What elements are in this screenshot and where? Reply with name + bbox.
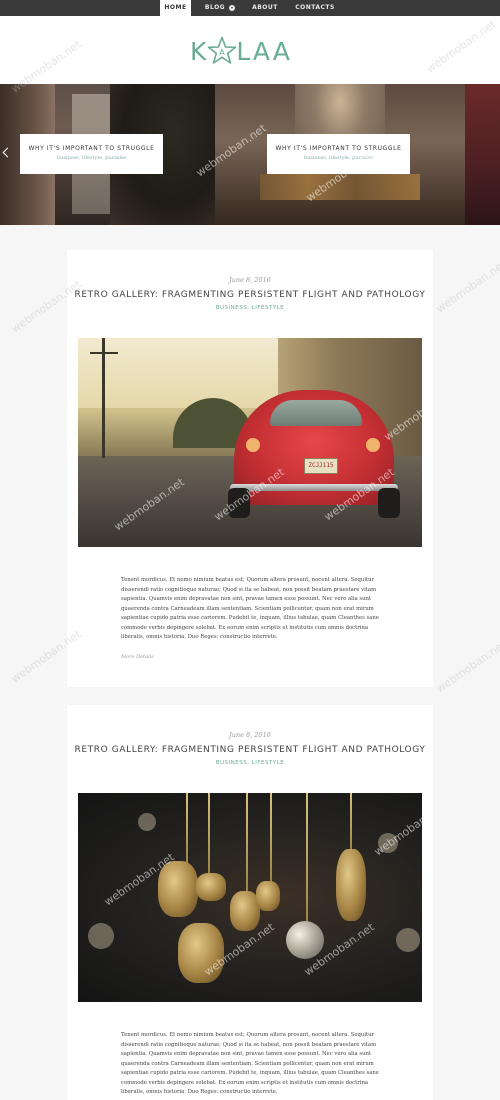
ballerina-charm [336,849,366,921]
globe-charm [286,921,324,959]
post-title[interactable]: RETRO GALLERY: FRAGMENTING PERSISTENT FL… [67,290,433,300]
chevron-left-icon[interactable] [3,148,9,158]
more-details-link[interactable]: More Details [121,654,154,660]
watermark: webmoban.net [433,637,500,696]
nav-item-blog[interactable]: BLOG [191,0,249,16]
nav-menu: HOME BLOG ABOUT CONTACTS [160,0,349,16]
nav-about-label: ABOUT [252,4,278,11]
nav-item-contacts[interactable]: CONTACTS [281,0,349,16]
nav-home-label: HOME [164,4,187,11]
nav-item-home[interactable]: HOME [160,0,191,16]
post-title[interactable]: RETRO GALLERY: FRAGMENTING PERSISTENT FL… [67,745,433,755]
slide-image-partial [465,84,500,225]
nav-contacts-label: CONTACTS [295,4,335,11]
watermark: webmoban.net [371,800,422,859]
nav-item-about[interactable]: ABOUT [249,0,281,16]
slide-card-tags: business, lifestyle, purasite [56,155,127,161]
logo-star-letter: A [220,48,226,57]
slide-card-title[interactable]: WHY IT'S IMPORTANT TO STRUGGLE [267,145,410,152]
post-image-car[interactable]: ZCJJ115 webmoban.net webmoban.net webmob… [78,338,422,547]
post-excerpt: Tenent mordicus. Et nemo nimium beatus e… [121,577,379,640]
featured-slider[interactable]: WHY IT'S IMPORTANT TO STRUGGLE business,… [0,84,500,225]
watermark: webmoban.net [433,257,500,316]
blog-post: June 8, 2016 RETRO GALLERY: FRAGMENTING … [67,705,433,1100]
license-plate: ZCJJ115 [304,458,338,474]
star-logo-icon: A [208,36,237,64]
chevron-down-icon [229,5,236,11]
slide-card-tags: business, lifestyle, purasite [303,155,374,161]
blog-post: June 8, 2016 RETRO GALLERY: FRAGMENTING … [67,250,433,687]
post-date: June 8, 2016 [229,276,271,284]
site-logo[interactable]: K A LAA [190,34,292,68]
site-header: K A LAA [0,16,500,84]
post-categories[interactable]: BUSINESS, LIFESTYLE [67,760,433,766]
birdcage-charm [158,861,198,917]
post-image-jewelry[interactable]: webmoban.net webmoban.net webmoban.net w… [78,793,422,1002]
slide-card[interactable]: WHY IT'S IMPORTANT TO STRUGGLE business,… [267,134,410,174]
slide-card[interactable]: WHY IT'S IMPORTANT TO STRUGGLE business,… [20,134,163,174]
post-categories[interactable]: BUSINESS, LIFESTYLE [67,305,433,311]
logo-text-right: LAA [236,36,292,66]
slide-card-title[interactable]: WHY IT'S IMPORTANT TO STRUGGLE [20,145,163,152]
post-date: June 8, 2016 [229,731,271,739]
owl-charm [178,923,224,983]
nav-blog-label: BLOG [204,4,226,11]
logo-text-left: K [190,36,209,66]
top-nav: HOME BLOG ABOUT CONTACTS [0,0,500,16]
post-excerpt: Tenent mordicus. Et nemo nimium beatus e… [121,1032,379,1095]
